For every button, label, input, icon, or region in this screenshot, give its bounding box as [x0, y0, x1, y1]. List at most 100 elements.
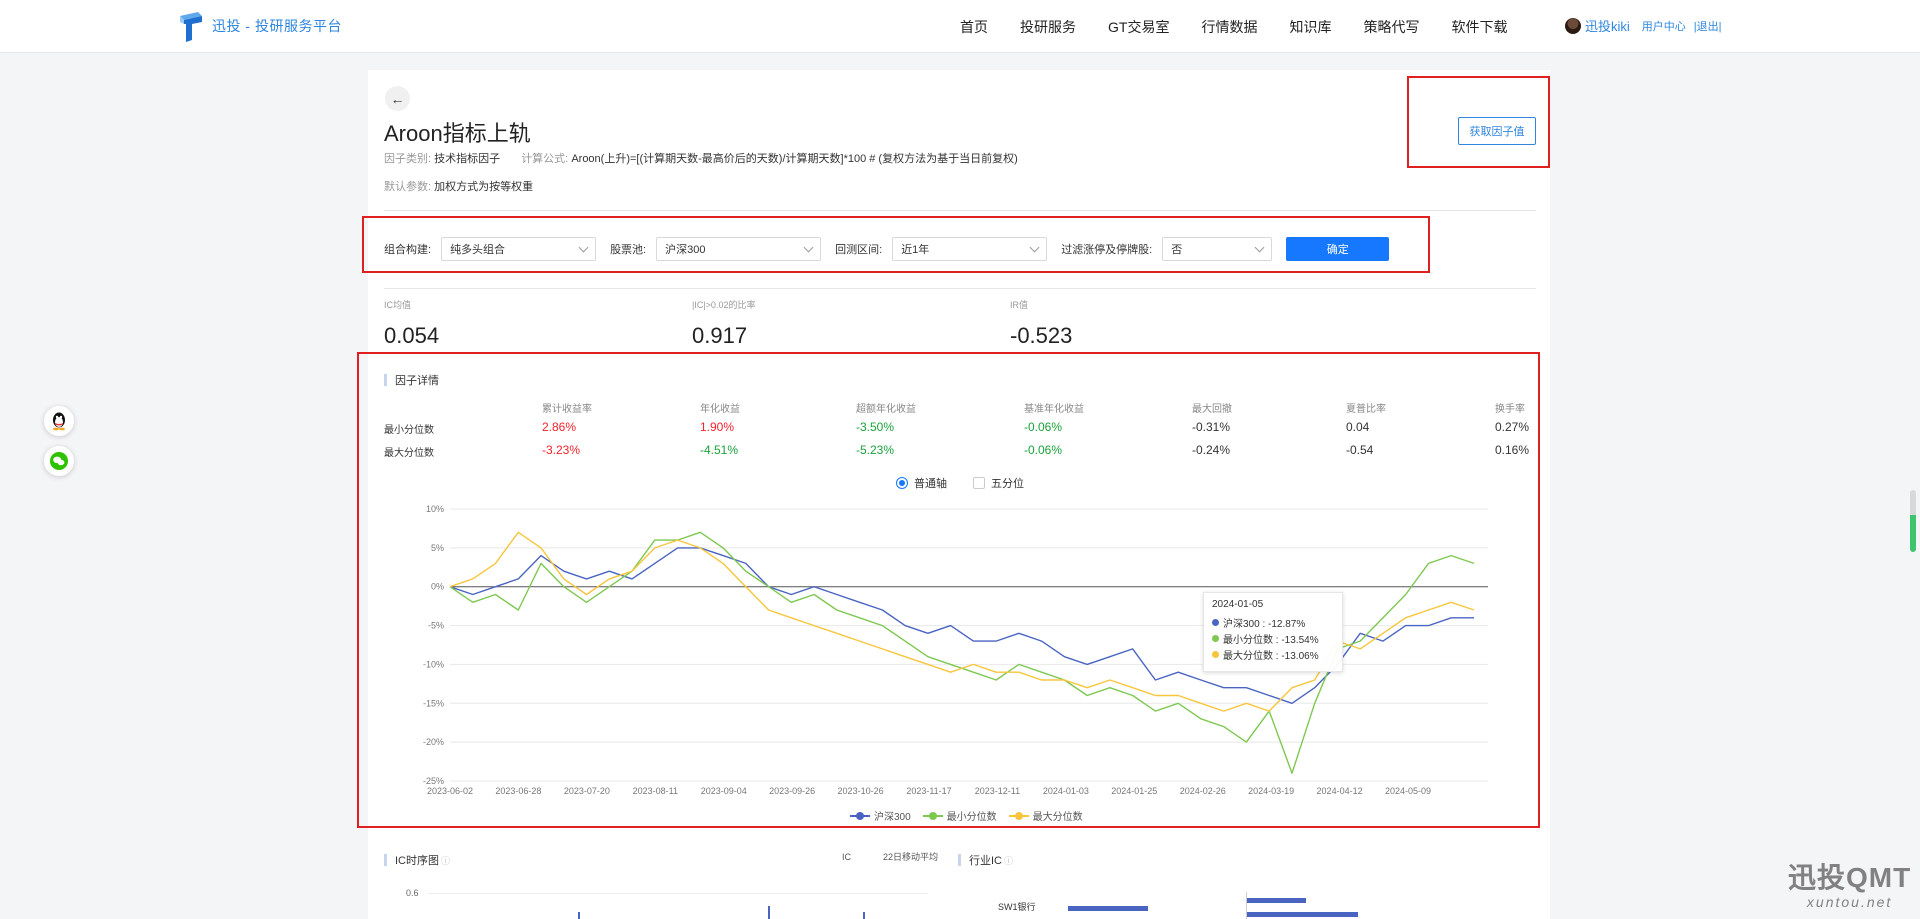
- params-value: 加权方式为按等权重: [434, 181, 534, 193]
- industry-bar: [1246, 898, 1306, 903]
- logo[interactable]: 迅投 - 投研服务平台: [176, 10, 342, 42]
- legend-line-icon: [818, 853, 838, 861]
- cell: 1.90%: [700, 420, 735, 434]
- watermark: 迅投QMT xuntou.net: [1788, 856, 1911, 910]
- x-tick-label: 2023-10-26: [838, 786, 884, 796]
- divider: [384, 210, 1536, 211]
- highlight-box: [362, 216, 1430, 273]
- nav-download[interactable]: 软件下载: [1451, 17, 1507, 37]
- legend-label: 最大分位数: [1032, 812, 1083, 823]
- ic-bar: [768, 906, 770, 919]
- checkbox-quintile[interactable]: [973, 477, 985, 489]
- radio-normal-label[interactable]: 普通轴: [914, 475, 947, 491]
- legend-item[interactable]: 沪深300: [850, 808, 911, 823]
- x-tick-label: 2023-11-17: [906, 786, 951, 796]
- y-tick-label: 10%: [426, 504, 444, 514]
- info-icon[interactable]: ⓘ: [441, 854, 450, 867]
- industry-bar: [1068, 906, 1148, 911]
- legend-line-icon: [922, 811, 943, 820]
- chart-legend: 沪深300 最小分位数 最大分位数: [850, 808, 1095, 823]
- tooltip-text: 最小分位数 : -13.54%: [1223, 634, 1319, 646]
- page-title: Aroon指标上轨: [384, 121, 531, 146]
- gridline: [428, 893, 928, 894]
- stat-ic-ratio: |IC|>0.02的比率 0.917: [692, 298, 755, 349]
- legend-item[interactable]: 最大分位数: [1008, 808, 1083, 823]
- y-tick-label: -20%: [423, 737, 444, 747]
- tooltip-text: 最大分位数 : -13.06%: [1223, 650, 1319, 662]
- col-header: 基准年化收益: [1024, 404, 1084, 415]
- axis-toggle: 普通轴 五分位: [896, 475, 1024, 491]
- nav-gt-trading[interactable]: GT交易室: [1108, 17, 1169, 37]
- stat-label: IR值: [1010, 300, 1029, 310]
- stat-value: 0.917: [692, 323, 748, 348]
- stat-ic-mean: IC均值 0.054: [384, 298, 439, 349]
- checkbox-quintile-label[interactable]: 五分位: [991, 475, 1024, 491]
- nav-market-data[interactable]: 行情数据: [1201, 17, 1257, 37]
- stat-label: |IC|>0.02的比率: [692, 300, 756, 310]
- radio-normal-axis[interactable]: [896, 477, 908, 489]
- dot-icon: [1212, 618, 1219, 626]
- x-tick-label: 2023-09-26: [769, 786, 815, 796]
- tooltip-text: 沪深300 : -12.87%: [1223, 618, 1306, 630]
- legend-label[interactable]: IC: [842, 852, 851, 862]
- stat-label: IC均值: [384, 300, 412, 310]
- category-value: 技术指标因子: [434, 153, 501, 165]
- nav-knowledge[interactable]: 知识库: [1289, 17, 1331, 37]
- cell: -0.06%: [1024, 420, 1063, 434]
- x-tick-label: 2024-05-09: [1385, 786, 1431, 796]
- wechat-icon: [50, 452, 68, 470]
- page-scrollbar[interactable]: [1910, 490, 1916, 552]
- watermark-line2: xuntou.net: [1806, 894, 1893, 910]
- tooltip-date: 2024-01-05: [1212, 599, 1264, 610]
- nav-strategy[interactable]: 策略代写: [1363, 17, 1419, 37]
- arrow-left-icon: ←: [390, 90, 405, 107]
- industry-ic-panel: 行业IC ⓘ SW1银行: [958, 840, 1550, 919]
- nav-research[interactable]: 投研服务: [1020, 17, 1076, 37]
- nav-home[interactable]: 首页: [960, 17, 988, 37]
- detail-section-title: 因子详情: [384, 372, 439, 388]
- chart-tooltip: 2024-01-05 沪深300 : -12.87% 最小分位数 : -13.5…: [1203, 592, 1343, 672]
- user-center-link[interactable]: 用户中心: [1642, 18, 1686, 34]
- user-name[interactable]: 迅投kiki: [1585, 16, 1630, 35]
- dot-icon: [1212, 634, 1219, 642]
- back-button[interactable]: ←: [385, 86, 410, 111]
- logo-text: 迅投 - 投研服务平台: [212, 18, 342, 34]
- stat-value: 0.054: [384, 323, 440, 348]
- x-tick-label: 2024-03-19: [1248, 786, 1294, 796]
- ic-bar: [863, 912, 865, 919]
- industry-section-title: 行业IC ⓘ: [958, 852, 1013, 868]
- industry-bar: [1246, 912, 1358, 917]
- qq-contact-button[interactable]: [44, 406, 74, 436]
- cell: -3.50%: [856, 420, 895, 434]
- detail-title-text: 因子详情: [395, 375, 439, 387]
- legend-label: 沪深300: [874, 812, 911, 823]
- tooltip-row: 最小分位数 : -13.54%: [1212, 630, 1334, 646]
- cell: 0.27%: [1495, 420, 1530, 434]
- info-icon[interactable]: ⓘ: [1004, 854, 1013, 867]
- ic-bar: [578, 912, 580, 919]
- wechat-contact-button[interactable]: [44, 446, 74, 476]
- ic-timeseries-panel: IC时序图 ⓘ IC 22日移动平均 0.6: [368, 840, 944, 919]
- cell: -0.54: [1346, 443, 1374, 457]
- col-header: 夏普比率: [1346, 404, 1386, 415]
- main-nav: 首页 投研服务 GT交易室 行情数据 知识库 策略代写 软件下载: [960, 0, 1539, 53]
- industry-title-text: 行业IC: [969, 855, 1002, 867]
- category-label: 因子类别:: [384, 153, 432, 165]
- y-tick-label: 5%: [431, 543, 444, 553]
- x-tick-label: 2023-06-28: [495, 786, 541, 796]
- legend-item[interactable]: 最小分位数: [922, 808, 997, 823]
- cell: 0.04: [1346, 420, 1370, 434]
- legend-label[interactable]: 22日移动平均: [883, 850, 938, 863]
- cell: -5.23%: [856, 443, 895, 457]
- y-tick-label: -25%: [423, 776, 444, 786]
- x-tick-label: 2024-01-25: [1111, 786, 1157, 796]
- col-header: 换手率: [1495, 404, 1525, 415]
- row-label: 最小分位数: [384, 425, 434, 436]
- watermark-line1: 迅投QMT: [1788, 862, 1912, 893]
- tooltip-row: 沪深300 : -12.87%: [1212, 614, 1334, 630]
- logout-link[interactable]: |退出|: [1694, 18, 1722, 34]
- avatar[interactable]: [1565, 17, 1581, 34]
- stat-value: -0.523: [1010, 323, 1073, 348]
- legend-line-icon: [859, 853, 879, 861]
- qq-penguin-icon: [53, 412, 65, 431]
